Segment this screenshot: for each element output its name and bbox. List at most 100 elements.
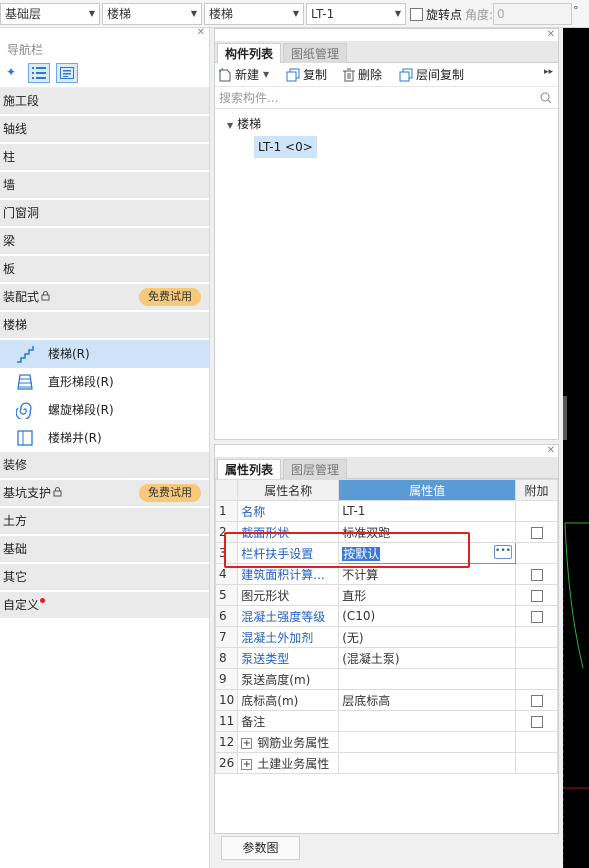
row-index: 26 [214, 752, 239, 774]
more-options-icon[interactable]: ••• [494, 545, 512, 559]
floor-copy-button[interactable]: 层间复制 [399, 66, 464, 84]
property-row[interactable]: 10 底标高(m) 层底标高 [214, 689, 558, 711]
property-extra[interactable] [515, 689, 558, 711]
nav-category[interactable]: 装修 [0, 452, 209, 480]
rotate-point-toggle[interactable]: 旋转点 [410, 6, 462, 22]
nav-stair-item[interactable]: 螺旋梯段(R) [0, 396, 209, 424]
tree-node-lt1[interactable]: LT-1 <0> [254, 136, 317, 158]
nav-category[interactable]: 施工段 [0, 88, 209, 116]
tab-layer-management[interactable]: 图层管理 [283, 459, 348, 479]
property-value[interactable] [338, 668, 517, 690]
detail-view-button[interactable] [56, 63, 78, 83]
parameter-diagram-button[interactable]: 参数图 [221, 836, 300, 860]
component-select[interactable]: LT-1 ▼ [306, 3, 406, 25]
copy-button[interactable]: 复制 [286, 66, 327, 84]
nav-category[interactable]: 土方 [0, 508, 209, 536]
property-value[interactable] [338, 752, 517, 774]
property-row[interactable]: 2 截面形状 标准双跑 [214, 521, 558, 543]
nav-stair-item[interactable]: 楼梯(R) [0, 340, 209, 368]
nav-category[interactable]: 自定义 [0, 592, 209, 620]
type-select[interactable]: 楼梯 ▼ [204, 3, 304, 25]
property-value[interactable]: (无) [338, 626, 517, 648]
delete-button[interactable]: 删除 [343, 66, 382, 84]
tab-component-list[interactable]: 构件列表 [217, 43, 282, 63]
property-value[interactable]: (C10) [338, 605, 517, 627]
property-row[interactable]: 7 混凝土外加剂 (无) [214, 626, 558, 648]
property-value[interactable]: 标准双跑 [338, 521, 517, 543]
nav-category-label: 装修 [3, 458, 28, 472]
extra-checkbox[interactable] [530, 694, 543, 707]
property-row[interactable]: 1 名称 LT-1 [214, 500, 558, 522]
floor-select[interactable]: 基础层 ▼ [0, 3, 100, 25]
nav-category[interactable]: 装配式 免费试用 [0, 284, 209, 312]
property-value[interactable]: 直形 [338, 584, 517, 606]
nav-category[interactable]: 柱 [0, 144, 209, 172]
component-search-input[interactable]: 搜索构件... [215, 87, 558, 109]
property-group-name[interactable]: + 土建业务属性 [237, 752, 340, 774]
category-select[interactable]: 楼梯 ▼ [102, 3, 202, 25]
property-row[interactable]: 26 + 土建业务属性 [214, 752, 558, 774]
expand-plus-icon[interactable]: + [241, 737, 253, 749]
extra-checkbox[interactable] [530, 568, 543, 581]
property-value[interactable]: 层底标高 [338, 689, 517, 711]
extra-checkbox[interactable] [530, 610, 543, 623]
nav-category[interactable]: 门窗洞 [0, 200, 209, 228]
property-value[interactable]: 不计算 [338, 563, 517, 585]
nav-category[interactable]: 其它 [0, 564, 209, 592]
drawing-viewport[interactable] [559, 28, 589, 868]
property-extra [515, 542, 558, 564]
nav-category[interactable]: 梁 [0, 228, 209, 256]
search-icon[interactable] [540, 92, 552, 104]
rotate-point-checkbox[interactable] [410, 7, 423, 21]
property-value[interactable] [338, 731, 517, 753]
property-row[interactable]: 4 建筑面积计算... 不计算 [214, 563, 558, 585]
property-group-name[interactable]: + 钢筋业务属性 [237, 731, 340, 753]
property-extra[interactable] [515, 584, 558, 606]
property-extra[interactable] [515, 563, 558, 585]
nav-category-label: 门窗洞 [3, 206, 40, 220]
nav-category[interactable]: 基础 [0, 536, 209, 564]
property-row[interactable]: 5 图元形状 直形 [214, 584, 558, 606]
tab-property-list[interactable]: 属性列表 [217, 459, 282, 479]
angle-input[interactable]: 0 [493, 3, 572, 25]
property-row[interactable]: 6 混凝土强度等级 (C10) [214, 605, 558, 627]
nav-category[interactable]: 轴线 [0, 116, 209, 144]
free-trial-badge[interactable]: 免费试用 [139, 484, 201, 502]
nav-category[interactable]: 板 [0, 256, 209, 284]
property-extra[interactable] [515, 521, 558, 543]
property-value[interactable] [338, 710, 517, 732]
property-row[interactable]: 9 泵送高度(m) [214, 668, 558, 690]
nav-category[interactable]: 楼梯 [0, 312, 209, 340]
close-icon[interactable]: ✕ [547, 29, 555, 40]
nav-category[interactable]: 墙 [0, 172, 209, 200]
viewport-scrollbar[interactable] [559, 396, 567, 440]
extra-checkbox[interactable] [530, 715, 543, 728]
property-row[interactable]: 8 泵送类型 (混凝土泵) [214, 647, 558, 669]
chevron-down-icon[interactable]: ▼ [263, 66, 269, 84]
property-row[interactable]: 12 + 钢筋业务属性 [214, 731, 558, 753]
property-value[interactable]: LT-1 [338, 500, 517, 522]
property-value[interactable]: (混凝土泵) [338, 647, 517, 669]
property-value-editor[interactable]: 按默认 [338, 542, 517, 564]
property-extra[interactable] [515, 710, 558, 732]
free-trial-badge[interactable]: 免费试用 [139, 288, 201, 306]
close-icon[interactable]: ✕ [547, 445, 555, 456]
more-chevron-icon[interactable]: ▸▸ [544, 67, 553, 77]
tree-node-stairs[interactable]: ▼ 楼梯 [227, 115, 261, 132]
chevron-down-icon: ▼ [394, 9, 401, 18]
tree-expand-icon[interactable]: ▼ [227, 121, 233, 130]
new-button[interactable]: 新建 ▼ [219, 66, 269, 84]
property-value-selected[interactable]: 按默认 [342, 546, 381, 561]
tab-drawing-management[interactable]: 图纸管理 [283, 43, 348, 63]
nav-stair-item[interactable]: 直形梯段(R) [0, 368, 209, 396]
nav-stair-item[interactable]: 楼梯井(R) [0, 424, 209, 452]
nav-category[interactable]: 基坑支护 免费试用 [0, 480, 209, 508]
property-row[interactable]: 11 备注 [214, 710, 558, 732]
sparkle-icon[interactable]: ✦ [6, 65, 16, 79]
close-icon[interactable]: ✕ [197, 27, 205, 38]
expand-plus-icon[interactable]: + [241, 758, 253, 770]
extra-checkbox[interactable] [530, 589, 543, 602]
property-extra[interactable] [515, 605, 558, 627]
list-view-button[interactable] [28, 63, 50, 83]
extra-checkbox[interactable] [530, 526, 543, 539]
